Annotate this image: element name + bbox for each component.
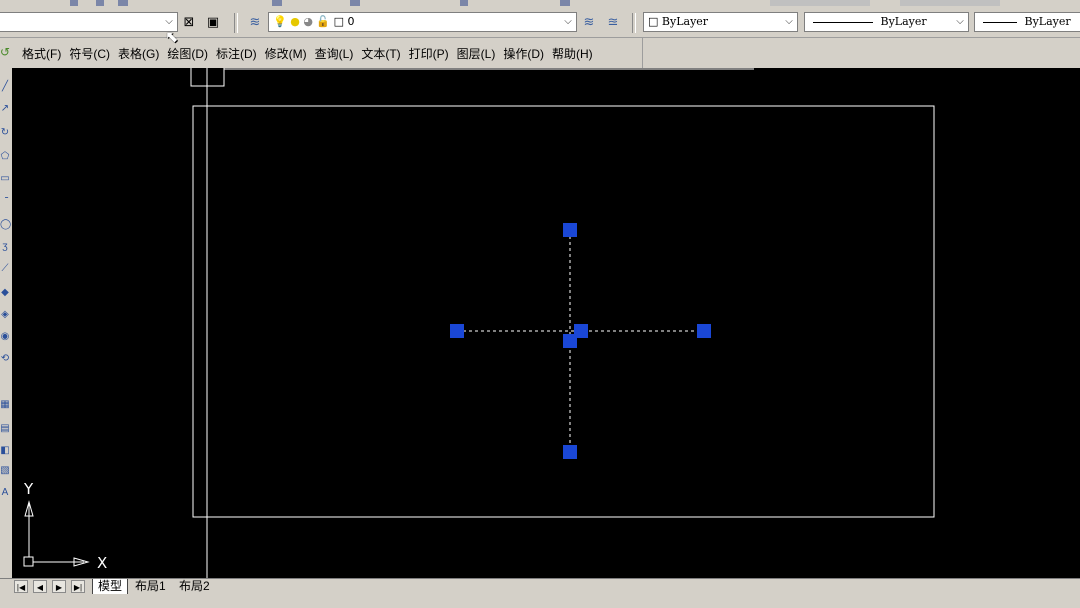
construction-tool-icon[interactable]: ╶ (0, 194, 10, 204)
next-tab-icon[interactable]: ▶ (52, 580, 66, 593)
boundary-tool-icon[interactable]: ▧ (0, 466, 10, 476)
lineweight-value: ByLayer (1024, 15, 1071, 28)
menu-item-layer[interactable]: 图层(L) (457, 45, 496, 62)
tab-model[interactable]: 模型 (92, 579, 129, 595)
menu-item-operation[interactable]: 操作(D) (503, 45, 544, 62)
layers-icon[interactable]: ≋ (246, 13, 264, 31)
toolbar-separator (234, 13, 238, 33)
menu-item-text[interactable]: 文本(T) (361, 45, 400, 62)
draw-toolbar: ╱ ↗ ↻ ⬠ ▭ ╶ ◯ ʒ ⟋ ◆ ◈ ◉ ⟲ ▦ ▤ ◧ ▧ A (0, 68, 12, 580)
make-current-layer-icon[interactable]: ≋ (580, 13, 598, 31)
color-swatch-icon: □ (333, 15, 345, 28)
layer-combo[interactable]: 💡 ● ◕ 🔓 □ 0 ⌵ (268, 12, 577, 32)
last-tab-icon[interactable]: ▶| (71, 580, 85, 593)
ucs-x-label: X (97, 554, 107, 572)
lock-icon[interactable]: 🔓 (316, 15, 330, 28)
chevron-down-icon[interactable]: ⌵ (783, 15, 795, 29)
menu-item-table[interactable]: 表格(G) (118, 45, 159, 62)
menu-item-dimension[interactable]: 标注(D) (216, 45, 257, 62)
circle-tool-icon[interactable]: ◯ (0, 220, 11, 230)
color-combo[interactable]: □ ByLayer ⌵ (643, 12, 798, 32)
chevron-down-icon[interactable]: ⌵ (954, 15, 966, 29)
freeze-icon[interactable]: ◕ (303, 15, 313, 28)
toolbar-separator (632, 13, 636, 33)
layer-name: 0 (347, 15, 355, 28)
ucs-icon (23, 500, 90, 567)
tab-layout2[interactable]: 布局2 (174, 579, 215, 594)
chevron-down-icon[interactable]: ⌵ (562, 15, 574, 29)
view-combo[interactable]: ⌵ (0, 12, 178, 32)
properties-toolbar: ⌵ ⊠ ▣ ≋ 💡 ● ◕ 🔓 □ 0 ⌵ ≋ ≊ □ ByLayer ⌵ By… (0, 8, 1080, 38)
drawing-canvas[interactable]: Y X (12, 68, 1080, 580)
camera-icon[interactable]: ▣ (204, 13, 222, 31)
ucs-y-label: Y (23, 480, 34, 498)
layer-previous-icon[interactable]: ≊ (604, 13, 622, 31)
status-area (0, 594, 1080, 608)
line-tool-icon[interactable]: ╱ (0, 82, 10, 92)
first-tab-icon[interactable]: |◀ (14, 580, 28, 593)
make-block-tool-icon[interactable]: ◈ (0, 310, 10, 320)
menu-item-help[interactable]: 帮助(H) (552, 45, 593, 62)
named-views-icon[interactable]: ⊠ (180, 13, 198, 31)
menu-bar-empty (643, 38, 1080, 68)
grip-center[interactable] (563, 334, 577, 348)
grip-right[interactable] (697, 324, 711, 338)
color-value: ByLayer (661, 15, 709, 28)
linetype-value: ByLayer (880, 15, 927, 28)
menu-item-symbol[interactable]: 符号(C) (69, 45, 110, 62)
prev-tab-icon[interactable]: ◀ (33, 580, 47, 593)
app-icon: ↺ (0, 45, 11, 59)
chevron-down-icon[interactable]: ⌵ (163, 15, 175, 29)
gradient-tool-icon[interactable]: ◧ (0, 446, 10, 456)
menu-item-inquiry[interactable]: 查询(L) (315, 45, 354, 62)
drawing-svg: Y X (23, 68, 935, 580)
mtext-tool-icon[interactable]: A (0, 488, 10, 498)
grip-left[interactable] (450, 324, 464, 338)
lineweight-combo[interactable]: ByLayer (974, 12, 1080, 32)
region-tool-icon[interactable]: ▦ (0, 400, 10, 410)
mouse-cursor-icon: ⬉ (165, 29, 179, 46)
grip-top[interactable] (563, 223, 577, 237)
linetype-sample (813, 21, 873, 23)
hatch-tool-icon[interactable]: ⟲ (0, 354, 10, 364)
table-tool-icon[interactable]: ▤ (0, 424, 10, 434)
arc-tool-icon[interactable]: ↻ (0, 128, 10, 138)
spline-tool-icon[interactable]: ʒ (0, 242, 10, 252)
polyline-tool-icon[interactable]: ↗ (0, 104, 10, 114)
menu-item-print[interactable]: 打印(P) (409, 45, 449, 62)
linetype-combo[interactable]: ByLayer ⌵ (804, 12, 969, 32)
menu-bar: ↺ 格式(F) 符号(C) 表格(G) 绘图(D) 标注(D) 修改(M) 查询… (0, 38, 643, 68)
menu-item-format[interactable]: 格式(F) (22, 45, 61, 62)
menu-item-modify[interactable]: 修改(M) (265, 45, 307, 62)
lineweight-sample (983, 21, 1017, 23)
tab-layout1[interactable]: 布局1 (130, 579, 171, 594)
layout-tabs-bar: |◀ ◀ ▶ ▶| 模型 布局1 布局2 (0, 578, 1080, 595)
color-swatch-icon: □ (648, 15, 659, 28)
point-tool-icon[interactable]: ◉ (0, 332, 10, 342)
insert-block-tool-icon[interactable]: ◆ (0, 288, 10, 298)
menu-item-draw[interactable]: 绘图(D) (167, 45, 208, 62)
ellipse-arc-tool-icon[interactable]: ⟋ (0, 264, 10, 274)
rectangle-tool-icon[interactable]: ▭ (0, 174, 10, 184)
polygon-tool-icon[interactable]: ⬠ (0, 152, 10, 162)
grip-bottom[interactable] (563, 445, 577, 459)
sun-icon[interactable]: ● (290, 15, 300, 28)
bulb-on-icon[interactable]: 💡 (273, 15, 287, 28)
